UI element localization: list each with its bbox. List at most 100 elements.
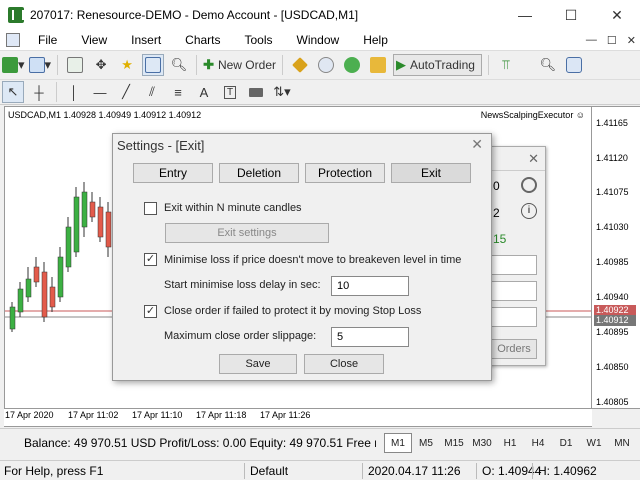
timeframe-mn[interactable]: MN <box>608 433 636 453</box>
new-order-label: New Order <box>217 57 276 72</box>
crosshair-nav-button[interactable]: ✥ <box>90 54 112 76</box>
price-label: 1.41120 <box>596 153 628 163</box>
menu-charts[interactable]: Charts <box>173 33 232 47</box>
ea-field[interactable] <box>491 307 537 327</box>
rectangle-button[interactable] <box>245 81 267 103</box>
menu-insert[interactable]: Insert <box>119 33 173 47</box>
chart-window-icon[interactable] <box>6 33 20 47</box>
signals-icon <box>317 56 334 73</box>
timeframe-h1[interactable]: H1 <box>496 433 524 453</box>
candle-body <box>105 211 112 248</box>
metaeditor-button[interactable] <box>289 54 311 76</box>
settings-dialog: Settings - [Exit] ✕ Entry Deletion Prote… <box>112 133 492 381</box>
ea-field[interactable] <box>491 255 537 275</box>
close-failed-checkbox[interactable]: ✓ <box>144 305 157 318</box>
expert-advisor-label: NewsScalpingExecutor ☺ <box>480 110 585 120</box>
search-button[interactable]: 🔍︎ <box>537 54 559 76</box>
help-hint: For Help, press F1 <box>4 464 104 478</box>
channel-icon: ⫽ <box>149 84 155 99</box>
new-chart-button[interactable]: ▾ <box>2 54 25 76</box>
window-title: 207017: Renesource-DEMO - Demo Account -… <box>30 8 359 22</box>
trendline-button[interactable]: ╱ <box>115 81 137 103</box>
candle-body <box>81 191 88 228</box>
star-icon: ★ <box>121 56 133 72</box>
text-button[interactable]: A <box>193 81 215 103</box>
market-watch-button[interactable] <box>64 54 86 76</box>
equidistant-channel-button[interactable]: ⫽ <box>141 81 163 103</box>
text-icon: A <box>199 84 209 100</box>
menu-help[interactable]: Help <box>351 33 400 47</box>
crosshair-button[interactable]: ┼ <box>28 81 50 103</box>
ea-panel: ✕ 0 2 i 15 Orders <box>484 146 546 366</box>
orders-button[interactable]: Orders <box>491 339 537 359</box>
menu-file[interactable]: File <box>26 33 69 47</box>
minimise-loss-checkbox[interactable]: ✓ <box>144 253 157 266</box>
profile-name: Default <box>250 464 289 478</box>
dialog-close-icon[interactable]: ✕ <box>471 136 483 153</box>
menu-tools[interactable]: Tools <box>233 33 285 47</box>
timeframe-d1[interactable]: D1 <box>552 433 580 453</box>
timeframe-m15[interactable]: M15 <box>440 433 468 453</box>
child-minimize-button[interactable]: — <box>586 34 597 47</box>
signals-button[interactable] <box>315 54 337 76</box>
new-order-button[interactable]: ✚ New Order <box>203 54 276 76</box>
timeframe-m5[interactable]: M5 <box>412 433 440 453</box>
tab-entry[interactable]: Entry <box>133 163 213 183</box>
status-bar: For Help, press F1 Default 2020.04.17 11… <box>0 460 640 480</box>
magnifier-icon: 🔍︎ <box>170 56 188 72</box>
menu-view[interactable]: View <box>69 33 119 47</box>
vertical-line-icon: │ <box>69 84 79 100</box>
candle-body <box>25 278 32 298</box>
ea-field[interactable] <box>491 281 537 301</box>
minimize-button[interactable]: — <box>502 0 548 30</box>
time-label: 17 Apr 11:26 <box>260 410 311 420</box>
price-label: 1.40850 <box>596 362 629 372</box>
cursor-button[interactable]: ↖ <box>2 81 24 103</box>
chart-bars-icon: ⫪ <box>502 56 510 72</box>
time-label: 17 Apr 2020 <box>5 410 54 420</box>
child-close-button[interactable]: ✕ <box>627 34 636 47</box>
start-delay-input[interactable]: 10 <box>331 276 409 296</box>
horizontal-line-button[interactable]: — <box>89 81 111 103</box>
arrows-button[interactable]: ⇅▾ <box>271 81 293 103</box>
timeframe-w1[interactable]: W1 <box>580 433 608 453</box>
terminal-button[interactable] <box>142 53 165 76</box>
gear-icon[interactable] <box>521 177 537 193</box>
timeframe-m30[interactable]: M30 <box>468 433 496 453</box>
timeframe-h4[interactable]: H4 <box>524 433 552 453</box>
close-button[interactable]: ✕ <box>594 0 640 30</box>
chart-type-button[interactable]: ⫪ <box>495 54 517 76</box>
save-button[interactable]: Save <box>219 354 297 374</box>
timeframe-m1[interactable]: M1 <box>384 433 412 453</box>
exit-settings-button[interactable]: Exit settings <box>165 223 329 243</box>
maximize-button[interactable]: ☐ <box>548 0 594 30</box>
close-dialog-button[interactable]: Close <box>304 354 384 374</box>
profiles-button[interactable]: ▾ <box>28 54 51 76</box>
tab-protection[interactable]: Protection <box>305 163 385 183</box>
timeframe-tabs: M1 M5 M15 M30 H1 H4 D1 W1 MN <box>384 433 636 453</box>
menu-window[interactable]: Window <box>285 33 352 47</box>
candle-body <box>33 266 40 283</box>
chat-button[interactable] <box>563 54 585 76</box>
time-axis: 17 Apr 2020 17 Apr 11:02 17 Apr 11:10 17… <box>4 409 592 427</box>
autotrading-button[interactable]: ▶ AutoTrading <box>392 53 482 76</box>
ea-panel-close-icon[interactable]: ✕ <box>528 151 539 167</box>
arrows-icon: ⇅▾ <box>273 84 291 99</box>
tab-exit[interactable]: Exit <box>391 163 471 183</box>
info-icon[interactable]: i <box>521 203 537 219</box>
exit-n-minute-checkbox[interactable] <box>144 202 157 215</box>
favorites-button[interactable]: ★ <box>116 54 138 76</box>
ea-value: 2 <box>493 206 500 220</box>
market-button[interactable] <box>341 54 363 76</box>
vps-button[interactable] <box>367 54 389 76</box>
tab-deletion[interactable]: Deletion <box>219 163 299 183</box>
max-slippage-input[interactable]: 5 <box>331 327 409 347</box>
new-order-icon: ✚ <box>203 56 214 72</box>
candle-body <box>17 288 24 313</box>
tester-button[interactable]: 🔍︎ <box>168 54 190 76</box>
child-restore-button[interactable]: ☐ <box>607 34 617 47</box>
text-label-button[interactable]: T <box>219 81 241 103</box>
fibonacci-button[interactable]: ≡ <box>167 81 189 103</box>
candle-body <box>73 196 80 253</box>
vertical-line-button[interactable]: │ <box>63 81 85 103</box>
